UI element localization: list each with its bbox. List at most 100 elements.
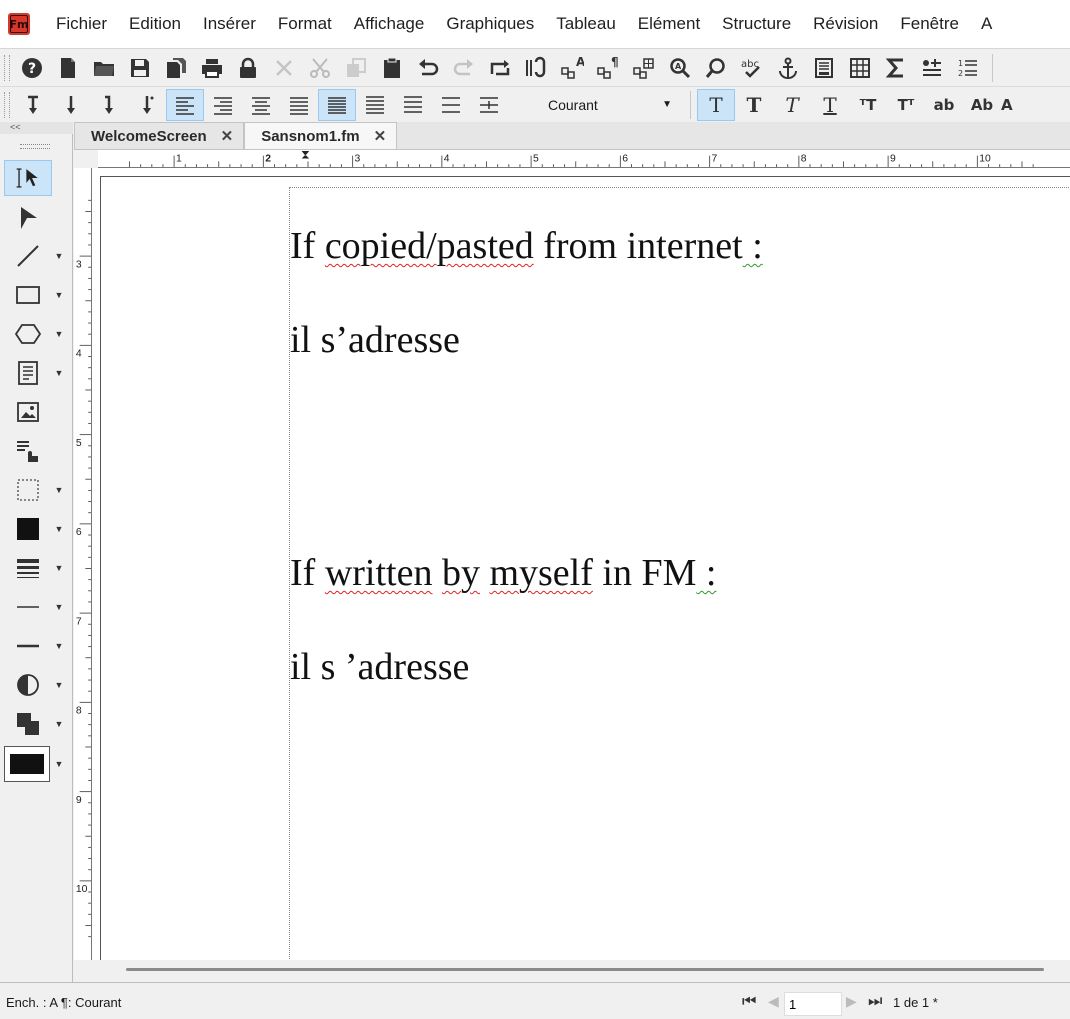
doc-paragraph-3[interactable]: If written by myself in FM : [290,551,716,595]
anchor-button[interactable] [770,52,806,84]
scrollbar-thumb[interactable] [126,968,1044,971]
menu-tableau[interactable]: Tableau [546,14,628,34]
indent-marker[interactable] [301,150,310,159]
tint-tool[interactable] [4,667,52,703]
underline-button[interactable]: T [811,89,849,121]
space-below-button[interactable] [52,89,90,121]
smart-select-tool[interactable] [4,160,52,196]
align-center-button[interactable] [242,89,280,121]
print-button[interactable] [194,52,230,84]
character-catalog-button[interactable]: A [554,52,590,84]
dash-pattern-dropdown[interactable]: ▼ [52,639,66,653]
document-canvas[interactable]: If copied/pasted from internet : il s’ad… [92,168,1070,960]
text-frame[interactable]: If copied/pasted from internet : il s’ad… [289,187,1070,960]
insert-table-button[interactable] [842,52,878,84]
triple-spacing-button[interactable] [432,89,470,121]
redo-button[interactable] [446,52,482,84]
justify-button[interactable] [280,89,318,121]
first-page-button[interactable]: ⏮ [742,993,756,1011]
placeholder-tool[interactable] [4,472,52,508]
close-icon[interactable]: ✕ [221,127,234,145]
superscript-button[interactable]: ᵀT [849,89,887,121]
uppercase-button[interactable]: A [1001,89,1013,121]
collapse-panel-button[interactable]: << [0,122,73,134]
color-dropdown[interactable]: ▼ [52,757,66,771]
change-bars-button[interactable] [518,52,554,84]
equation-button[interactable] [878,52,914,84]
cut-button[interactable] [302,52,338,84]
panel-grip[interactable] [20,144,50,149]
polygon-tool-dropdown[interactable]: ▼ [52,327,66,341]
select-object-tool[interactable] [4,200,52,236]
spacing-1-5-button[interactable] [356,89,394,121]
menu-fenetre[interactable]: Fenêtre [890,14,971,34]
menu-structure[interactable]: Structure [712,14,803,34]
placeholder-tool-dropdown[interactable]: ▼ [52,483,66,497]
toolbar-grip[interactable] [4,91,10,118]
horizontal-scrollbar[interactable] [74,960,1070,980]
paste-button[interactable] [374,52,410,84]
previous-page-button[interactable]: ◀ [768,993,779,1010]
clear-button[interactable] [266,52,302,84]
polygon-tool[interactable] [4,316,52,352]
plain-text-button[interactable]: T [697,88,735,121]
open-button[interactable] [86,52,122,84]
line-width-dropdown[interactable]: ▼ [52,561,66,575]
space-above-button[interactable] [14,89,52,121]
paragraph-catalog-button[interactable]: ¶ [590,52,626,84]
single-spacing-button[interactable] [318,88,356,121]
doc-paragraph-4[interactable]: il s ’adresse [290,645,469,689]
table-catalog-button[interactable] [626,52,662,84]
graphic-frame-tool[interactable] [4,394,52,430]
bullet-list-button[interactable] [914,52,950,84]
menu-format[interactable]: Format [268,14,344,34]
overprint-tool[interactable] [4,706,52,742]
next-page-button[interactable]: ▶ [846,993,857,1010]
zoom-button[interactable] [698,52,734,84]
repeat-button[interactable] [482,52,518,84]
menu-aide[interactable]: A [971,14,1004,34]
italic-button[interactable]: T [773,89,811,121]
subscript-button[interactable]: Tᵀ [887,89,925,121]
menu-element[interactable]: Elément [628,14,712,34]
help-button[interactable]: ? [14,52,50,84]
find-button[interactable]: A [662,52,698,84]
hotspot-tool[interactable] [4,433,52,469]
close-icon[interactable]: ✕ [374,127,387,145]
last-page-button[interactable]: ⏭ [868,993,882,1011]
doc-paragraph-2[interactable]: il s’adresse [290,318,460,362]
align-right-button[interactable] [204,89,242,121]
tab-sansnom1[interactable]: Sansnom1.fm ✕ [244,122,398,149]
spell-check-button[interactable]: abc [734,52,770,84]
numbered-list-button[interactable]: 12 [950,52,986,84]
color-tool[interactable] [4,746,50,782]
fill-color-tool[interactable] [4,511,52,547]
footnote-button[interactable] [806,52,842,84]
line-end-dropdown[interactable]: ▼ [52,600,66,614]
menu-graphiques[interactable]: Graphiques [436,14,546,34]
line-tool-dropdown[interactable]: ▼ [52,249,66,263]
paragraph-format-select[interactable]: Courant ▼ [538,93,676,117]
overprint-dropdown[interactable]: ▼ [52,717,66,731]
menu-affichage[interactable]: Affichage [344,14,437,34]
text-frame-tool[interactable] [4,355,52,391]
menu-inserer[interactable]: Insérer [193,14,268,34]
dash-pattern-tool[interactable] [4,628,52,664]
line-end-tool[interactable] [4,589,52,625]
tab-stop-button[interactable] [128,89,166,121]
horizontal-ruler[interactable]: 1 2 3 4 5 6 7 8 9 10 [98,150,1070,168]
bold-button[interactable]: T [735,89,773,121]
line-spacing-button[interactable] [90,89,128,121]
rectangle-tool-dropdown[interactable]: ▼ [52,288,66,302]
rectangle-tool[interactable] [4,277,52,313]
undo-button[interactable] [410,52,446,84]
custom-spacing-button[interactable] [470,89,508,121]
new-document-button[interactable] [50,52,86,84]
menu-edition[interactable]: Edition [119,14,193,34]
copy-button[interactable] [338,52,374,84]
double-spacing-button[interactable] [394,89,432,121]
lock-button[interactable] [230,52,266,84]
fill-color-dropdown[interactable]: ▼ [52,522,66,536]
line-width-tool[interactable] [4,550,52,586]
menu-fichier[interactable]: Fichier [46,14,119,34]
